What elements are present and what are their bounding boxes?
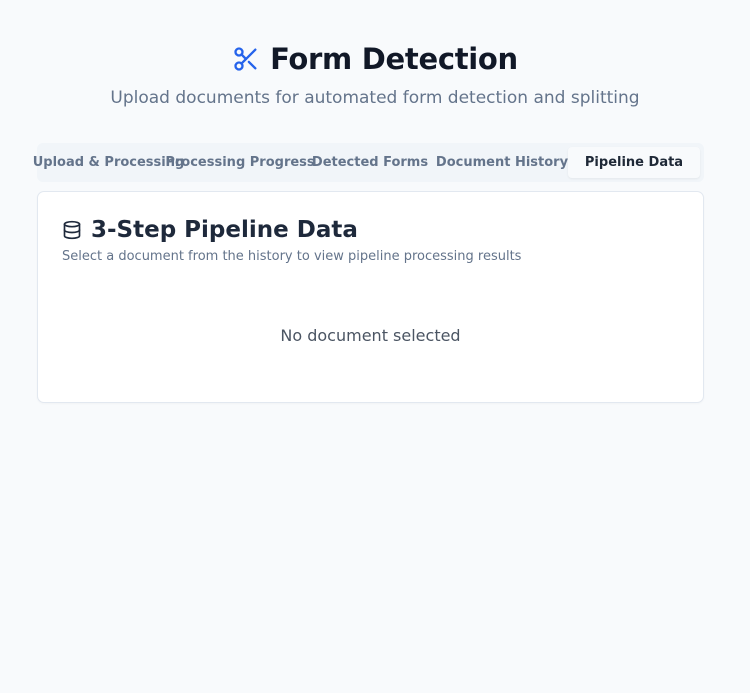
database-icon: [62, 220, 82, 240]
page-header: Form Detection Upload documents for auto…: [0, 40, 750, 108]
tab-pipeline-data[interactable]: Pipeline Data: [568, 147, 700, 178]
page: Form Detection Upload documents for auto…: [0, 0, 750, 693]
empty-state-message: No document selected: [280, 326, 461, 345]
card-description: Select a document from the history to vi…: [62, 249, 522, 264]
tab-upload-processing[interactable]: Upload & Processing: [33, 147, 185, 178]
tab-processing-progress[interactable]: Processing Progress: [165, 147, 314, 178]
tab-document-history[interactable]: Document History: [436, 147, 568, 178]
title-row: Form Detection: [0, 40, 750, 78]
scissors-icon: [232, 45, 260, 73]
card-title: 3-Step Pipeline Data: [91, 217, 358, 243]
tab-bar: Upload & Processing Processing Progress …: [33, 143, 704, 182]
card-title-row: 3-Step Pipeline Data: [62, 216, 358, 244]
page-title: Form Detection: [270, 42, 518, 76]
page-subtitle: Upload documents for automated form dete…: [110, 88, 640, 108]
pipeline-data-card: 3-Step Pipeline Data Select a document f…: [37, 191, 704, 403]
tab-detected-forms[interactable]: Detected Forms: [304, 147, 436, 178]
